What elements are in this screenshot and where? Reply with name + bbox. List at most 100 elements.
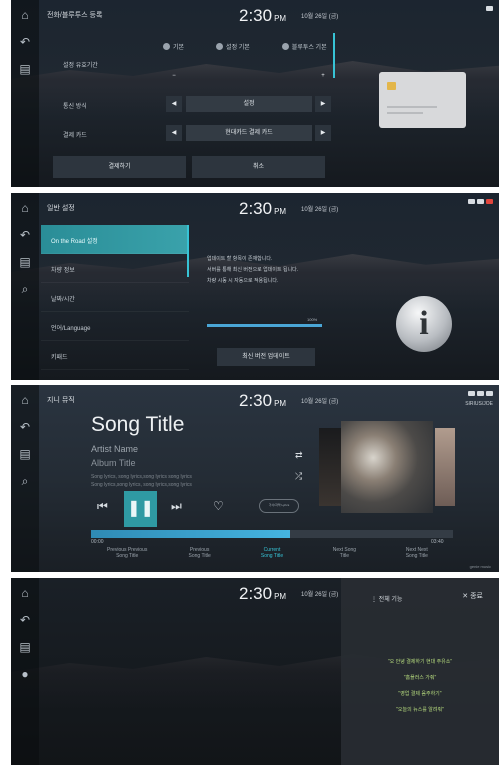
microphone-icon[interactable]: ● bbox=[18, 667, 32, 681]
screen-title: 일반 설정 bbox=[47, 205, 75, 212]
menu-icon[interactable]: ▤ bbox=[18, 447, 32, 461]
home-icon[interactable]: ⌂ bbox=[18, 586, 32, 600]
prev-arrow-icon[interactable]: ◀ bbox=[166, 125, 182, 141]
back-icon[interactable]: ↶ bbox=[18, 228, 32, 242]
voice-hint: "오늘의 뉴스를 알려줘" bbox=[396, 707, 444, 713]
queue-item[interactable]: Next Song Title bbox=[308, 547, 380, 559]
lyrics-button[interactable]: 가사/자막 Lyrics bbox=[259, 499, 299, 513]
period-label: 설정 유효기간 bbox=[63, 63, 98, 69]
shuffle-icon[interactable]: ⤮ bbox=[295, 471, 302, 482]
increase-icon[interactable]: + bbox=[315, 68, 331, 84]
pause-button[interactable]: ❚❚ bbox=[124, 491, 157, 527]
signal-icon bbox=[468, 199, 475, 204]
settings-menu: On the Road 설정 차량 정보 날짜/시간 언어/Language 키… bbox=[41, 225, 189, 370]
radio-option[interactable]: 블루투스 기본 bbox=[281, 42, 327, 51]
radio-icon bbox=[216, 43, 224, 50]
album-title: Album Title bbox=[91, 458, 136, 468]
card-stepper[interactable]: ◀ 현대카드 결제 카드 ▶ bbox=[166, 125, 331, 141]
nav-rail: ⌂ ↶ ▤ bbox=[11, 0, 39, 187]
home-icon[interactable]: ⌂ bbox=[18, 8, 32, 22]
heart-icon[interactable]: ♡ bbox=[213, 499, 224, 513]
radio-icon bbox=[281, 43, 289, 50]
message-line: 업데이트 할 항목이 존재합니다. bbox=[207, 256, 273, 262]
album-art bbox=[341, 421, 433, 513]
nav-rail: ⌂ ↶ ▤ ⌕ bbox=[11, 385, 39, 572]
menu-icon[interactable]: ▤ bbox=[18, 62, 32, 76]
previous-album-art[interactable] bbox=[319, 428, 341, 506]
scrollbar[interactable] bbox=[333, 33, 335, 78]
voice-hint: "영업 결제 음주하기" bbox=[398, 691, 442, 697]
wifi-icon bbox=[477, 199, 484, 204]
scrollbar[interactable] bbox=[187, 225, 189, 277]
seek-bar[interactable] bbox=[91, 530, 453, 538]
home-icon[interactable]: ⌂ bbox=[18, 393, 32, 407]
playlist-queue: Previous Previous Song Title Previous Song… bbox=[91, 547, 453, 559]
all-functions-button[interactable]: ⋮ 전체 기능 bbox=[371, 594, 402, 603]
prev-arrow-icon[interactable]: ◀ bbox=[166, 96, 182, 112]
alert-icon bbox=[486, 199, 493, 204]
back-icon[interactable]: ↶ bbox=[18, 35, 32, 49]
search-icon[interactable]: ⌕ bbox=[18, 282, 32, 296]
queue-item-current[interactable]: Current Song Title bbox=[236, 547, 308, 559]
clock: 2:30 PM bbox=[239, 584, 287, 603]
cancel-button[interactable]: 취소 bbox=[192, 156, 325, 178]
menu-item[interactable]: 키패드 bbox=[41, 341, 189, 370]
time-start: 00:00 bbox=[91, 539, 104, 545]
clock: 2:30 PM bbox=[239, 199, 287, 218]
voice-hint: "홈플러스 가줘" bbox=[403, 675, 437, 681]
radio-option[interactable]: 설정 기본 bbox=[216, 42, 250, 51]
card-label: 결제 카드 bbox=[63, 133, 87, 139]
menu-item[interactable]: 차량 정보 bbox=[41, 254, 189, 283]
next-arrow-icon[interactable]: ▶ bbox=[315, 125, 331, 141]
song-title: Song Title bbox=[91, 413, 185, 436]
card-payment-screen: ⌂ ↶ ▤ 전화/블루투스 등록 2:30 PM 10월 26일 (금) 기본 설… bbox=[11, 0, 499, 187]
artist-name: Artist Name bbox=[91, 444, 139, 454]
next-icon[interactable]: ⏭ bbox=[171, 499, 182, 514]
status-icons bbox=[468, 391, 493, 396]
menu-item[interactable]: On the Road 설정 bbox=[41, 225, 189, 254]
radio-option[interactable]: 기본 bbox=[163, 42, 184, 51]
status-icons bbox=[486, 6, 493, 11]
back-icon[interactable]: ↶ bbox=[18, 613, 32, 627]
repeat-icon[interactable]: ⇄ bbox=[295, 450, 303, 461]
mode-stepper[interactable]: ◀ 설정 ▶ bbox=[166, 96, 331, 112]
next-arrow-icon[interactable]: ▶ bbox=[315, 96, 331, 112]
menu-item[interactable]: 날짜/시간 bbox=[41, 283, 189, 312]
confirm-button[interactable]: 결제하기 bbox=[53, 156, 186, 178]
info-icon: i bbox=[396, 296, 452, 352]
queue-item[interactable]: Previous Song Title bbox=[163, 547, 235, 559]
voice-side-panel: ⋮ 전체 기능 ✕ 종료 "오 안녕 결제하기 현대 주유소" "홈플러스 가줘… bbox=[341, 578, 499, 765]
lyrics-line: Song lyrics, song lyrics,song lyrics son… bbox=[91, 474, 192, 480]
signal-icon bbox=[468, 391, 475, 396]
nav-rail: ⌂ ↶ ▤ ⌕ bbox=[11, 193, 39, 380]
update-button[interactable]: 최신 버전 업데이트 bbox=[217, 348, 315, 366]
period-stepper[interactable]: − + bbox=[166, 68, 331, 84]
mode-label: 통신 방식 bbox=[63, 104, 87, 110]
menu-icon[interactable]: ▤ bbox=[18, 255, 32, 269]
close-button[interactable]: ✕ 종료 bbox=[462, 591, 483, 601]
radio-icon bbox=[163, 43, 170, 50]
time-end: 03:40 bbox=[431, 539, 444, 545]
menu-icon[interactable]: ▤ bbox=[18, 640, 32, 654]
search-icon[interactable]: ⌕ bbox=[18, 474, 32, 488]
menu-item[interactable]: 언어/Language bbox=[41, 312, 189, 341]
message-line: 차량 시동 시 자동으로 적용됩니다. bbox=[207, 278, 279, 284]
next-album-art[interactable] bbox=[435, 428, 455, 506]
screen-title: 전화/블루투스 등록 bbox=[47, 12, 103, 19]
queue-item[interactable]: Previous Previous Song Title bbox=[91, 547, 163, 559]
queue-item[interactable]: Next Next Song Title bbox=[381, 547, 453, 559]
back-icon[interactable]: ↶ bbox=[18, 420, 32, 434]
previous-icon[interactable]: ⏮ bbox=[97, 499, 108, 514]
music-player-screen: ⌂ ↶ ▤ ⌕ 지니 뮤직 2:30 PM 10월 26일 (금) SIRIUS/… bbox=[11, 385, 499, 572]
decrease-icon[interactable]: − bbox=[166, 68, 182, 84]
home-icon[interactable]: ⌂ bbox=[18, 201, 32, 215]
pause-icon: ❚❚ bbox=[127, 500, 154, 517]
clock: 2:30 PM bbox=[239, 6, 287, 25]
lyrics-line: Song lyrics,song lyrics, song lyrics,son… bbox=[91, 482, 192, 488]
progress-fill bbox=[207, 324, 322, 327]
clock: 2:30 PM bbox=[239, 391, 287, 410]
radio-group: 기본 설정 기본 블루투스 기본 bbox=[163, 42, 327, 51]
wifi-icon bbox=[477, 391, 484, 396]
date: 10월 26일 (금) bbox=[301, 14, 339, 20]
voice-hint: "오 안녕 결제하기 현대 주유소" bbox=[387, 659, 453, 665]
